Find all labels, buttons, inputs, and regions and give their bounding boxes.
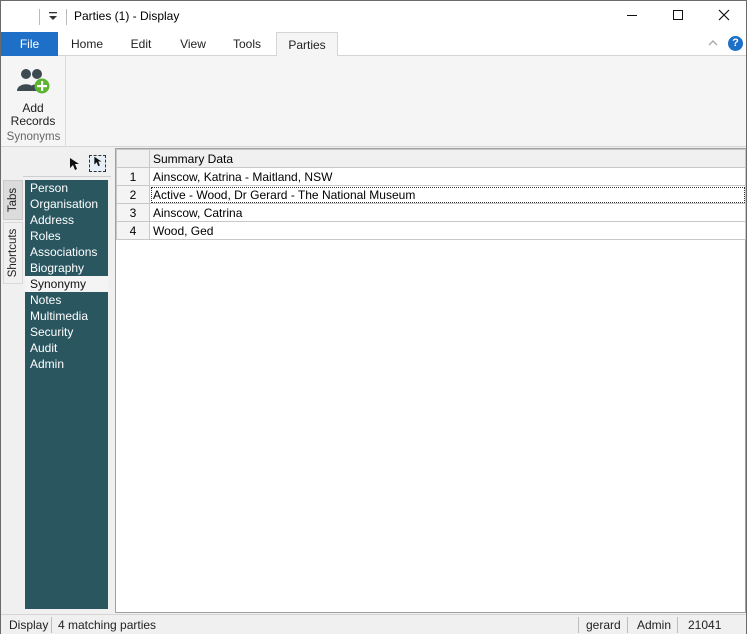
vtab-tabs[interactable]: Tabs — [3, 180, 23, 220]
sidebar-item-associations[interactable]: Associations — [25, 244, 108, 260]
row-number[interactable]: 2 — [116, 185, 150, 204]
pointer-icon[interactable] — [67, 157, 81, 171]
row-number[interactable]: 1 — [116, 167, 150, 186]
status-separator — [578, 617, 579, 633]
add-records-button[interactable]: Add Records — [5, 60, 61, 128]
table-row-selected[interactable]: 2 Active - Wood, Dr Gerard - The Nationa… — [116, 185, 746, 204]
vtab-shortcuts[interactable]: Shortcuts — [3, 222, 23, 284]
minimize-button[interactable] — [609, 1, 655, 32]
ribbon-panel: Add Records Synonyms — [1, 56, 746, 147]
close-button[interactable] — [701, 1, 747, 32]
tab-edit[interactable]: Edit — [115, 32, 167, 56]
synonyms-grid: Summary Data 1 Ainscow, Katrina - Maitla… — [115, 148, 746, 613]
title-separator — [66, 9, 67, 25]
status-user: gerard — [586, 618, 621, 632]
window-title: Parties (1) - Display — [74, 9, 180, 23]
status-group: Admin — [637, 618, 672, 632]
status-port: 21041 — [688, 618, 722, 632]
sidebar-toolbar — [23, 151, 111, 177]
status-separator — [677, 617, 678, 633]
sidebar-item-biography[interactable]: Biography — [25, 260, 108, 276]
status-summary: 4 matching parties — [58, 618, 157, 632]
tab-home[interactable]: Home — [59, 32, 115, 56]
collapse-ribbon-icon[interactable] — [706, 36, 720, 52]
vtab-shortcuts-label: Shortcuts — [7, 228, 19, 278]
column-header-summary-data[interactable]: Summary Data — [149, 149, 746, 168]
maximize-button[interactable] — [655, 1, 701, 32]
help-icon[interactable]: ? — [728, 36, 743, 51]
tab-tools[interactable]: Tools — [219, 32, 275, 56]
ribbon-group-synonyms: Add Records Synonyms — [1, 56, 66, 147]
ribbon-tab-bar: File Home Edit View Tools Parties ? — [1, 32, 746, 57]
sidebar-vertical-tabs: Tabs Shortcuts — [3, 180, 23, 284]
group-label-synonyms: Synonyms — [6, 131, 61, 143]
status-separator — [627, 617, 628, 633]
tab-parties[interactable]: Parties — [276, 32, 338, 57]
sidebar-item-address[interactable]: Address — [25, 212, 108, 228]
table-row[interactable]: 4 Wood, Ged — [116, 221, 746, 240]
title-bar: Parties (1) - Display — [1, 1, 746, 32]
grid-table: Summary Data 1 Ainscow, Katrina - Maitla… — [116, 149, 746, 240]
sidebar-item-notes[interactable]: Notes — [25, 292, 108, 308]
select-mode-icon[interactable] — [89, 155, 106, 172]
sidebar-nav: Person Organisation Address Roles Associ… — [25, 180, 108, 609]
app-window: Parties (1) - Display File Home Edit Vie… — [0, 0, 747, 634]
summary-cell[interactable]: Ainscow, Catrina — [149, 203, 746, 222]
row-number[interactable]: 4 — [116, 221, 150, 240]
sidebar-item-audit[interactable]: Audit — [25, 340, 108, 356]
content-area: Tabs Shortcuts Person Organisation Addre… — [1, 147, 746, 614]
sidebar-item-security[interactable]: Security — [25, 324, 108, 340]
sidebar-item-multimedia[interactable]: Multimedia — [25, 308, 108, 324]
tab-view[interactable]: View — [167, 32, 219, 56]
sidebar-item-admin[interactable]: Admin — [25, 356, 108, 372]
row-number[interactable]: 3 — [116, 203, 150, 222]
quick-access-separator — [39, 9, 40, 25]
summary-cell[interactable]: Wood, Ged — [149, 221, 746, 240]
add-people-icon — [17, 67, 51, 95]
vtab-tabs-label: Tabs — [7, 187, 19, 213]
summary-cell[interactable]: Active - Wood, Dr Gerard - The National … — [149, 185, 746, 204]
grid-header-row: Summary Data — [116, 149, 746, 168]
add-records-label: Add Records — [5, 102, 61, 128]
status-mode: Display — [9, 618, 49, 632]
status-separator — [51, 617, 52, 633]
table-row[interactable]: 1 Ainscow, Katrina - Maitland, NSW — [116, 167, 746, 186]
sidebar-item-synonymy[interactable]: Synonymy — [25, 276, 108, 292]
add-records-label-line2: Records — [10, 114, 56, 128]
tab-file[interactable]: File — [1, 32, 58, 56]
sidebar-item-roles[interactable]: Roles — [25, 228, 108, 244]
sidebar-item-person[interactable]: Person — [25, 180, 108, 196]
status-bar: Display 4 matching parties gerard Admin … — [1, 614, 746, 634]
table-row[interactable]: 3 Ainscow, Catrina — [116, 203, 746, 222]
sidebar-item-organisation[interactable]: Organisation — [25, 196, 108, 212]
summary-cell[interactable]: Ainscow, Katrina - Maitland, NSW — [149, 167, 746, 186]
quick-access-dropdown-icon[interactable] — [45, 7, 61, 25]
row-number-header — [116, 149, 150, 168]
